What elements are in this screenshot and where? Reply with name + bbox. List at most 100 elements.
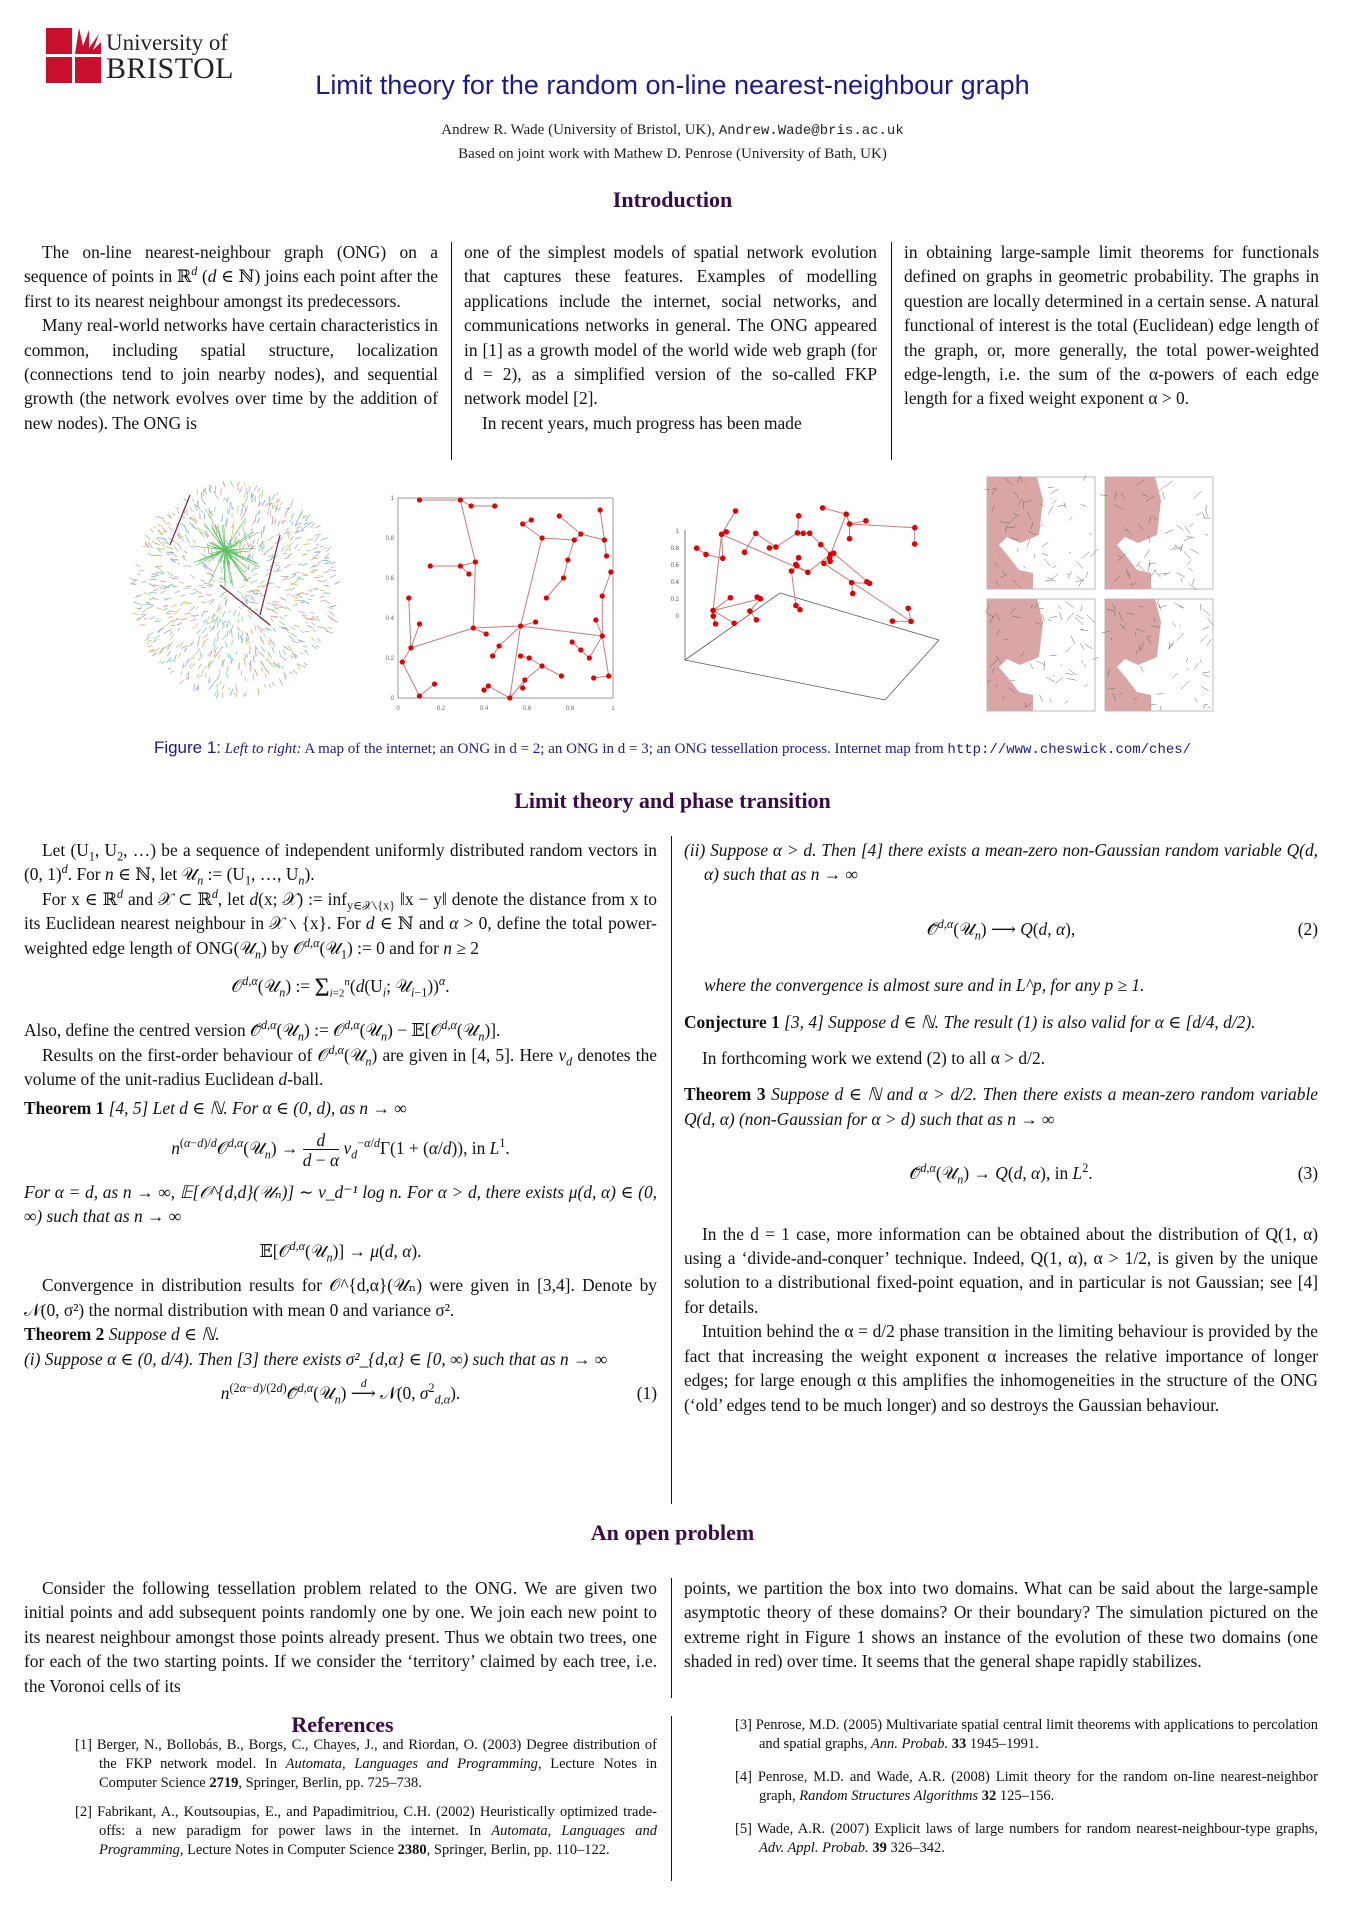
- network-edge: [137, 573, 141, 576]
- graph-node: [457, 563, 463, 569]
- network-edge: [177, 652, 182, 659]
- graph-node: [457, 497, 463, 503]
- graph-edge: [790, 570, 797, 606]
- graph-node: [819, 505, 826, 511]
- author-email[interactable]: Andrew.Wade@bris.ac.uk: [719, 123, 904, 139]
- network-edge: [149, 591, 157, 594]
- network-edge: [163, 630, 170, 634]
- network-edge: [265, 673, 267, 679]
- network-edge: [235, 690, 239, 698]
- y-tick-label: 0.2: [386, 656, 395, 662]
- figure-url-link[interactable]: http://www.cheswick.com/ches/: [947, 742, 1191, 758]
- open-problem-column-1: Consider the following tessellation prob…: [24, 1576, 657, 1698]
- graph-node: [427, 563, 433, 569]
- network-edge: [291, 512, 295, 518]
- network-edge: [267, 535, 274, 542]
- figure-caption: Figure 1: Left to right: A map of the in…: [0, 738, 1345, 758]
- network-edge: [201, 669, 204, 674]
- network-edge: [213, 506, 216, 513]
- network-edge: [214, 494, 219, 499]
- network-edge: [181, 522, 185, 527]
- network-edge: [237, 626, 241, 632]
- graph-node: [533, 619, 539, 625]
- network-edge: [248, 545, 254, 553]
- graph-node: [788, 568, 795, 574]
- network-edge: [263, 633, 266, 637]
- network-edge: [139, 624, 146, 626]
- network-edge: [206, 531, 208, 539]
- network-edge: [208, 625, 211, 629]
- graph-node: [827, 558, 833, 565]
- network-edge: [189, 614, 195, 617]
- graph-edge: [563, 559, 569, 579]
- graph-edge: [775, 532, 798, 548]
- network-edge: [230, 504, 234, 511]
- equation-definition: 𝒪d,α(𝒰n) := Σi=2n(d(Ui; 𝒰i−1))α.: [231, 973, 450, 1003]
- graph-node: [794, 530, 801, 536]
- network-edge: [260, 646, 266, 653]
- graph-edge: [822, 507, 847, 515]
- network-edge: [197, 527, 203, 533]
- network-edge: [253, 573, 259, 576]
- network-edge: [289, 626, 296, 631]
- network-edge: [179, 618, 188, 621]
- network-edge: [267, 608, 275, 612]
- network-edge: [256, 538, 259, 545]
- network-edge: [157, 537, 164, 540]
- network-edge: [328, 610, 335, 617]
- graph-node: [843, 511, 850, 517]
- graph-node: [416, 693, 423, 699]
- section-heading-open-problem: An open problem: [590, 1520, 755, 1545]
- network-edge: [175, 506, 180, 510]
- network-edge: [267, 507, 271, 512]
- network-edge: [167, 646, 170, 651]
- graph-node: [599, 633, 605, 639]
- network-edge: [153, 635, 161, 640]
- intro-paragraph: The on-line nearest-neighbour graph (ONG…: [24, 242, 439, 311]
- graph-node: [483, 631, 489, 637]
- graph-node: [753, 616, 760, 623]
- graph-edge: [473, 625, 521, 629]
- network-edge: [224, 539, 229, 546]
- network-edge: [215, 692, 220, 699]
- network-edge: [246, 590, 251, 594]
- graph-node: [560, 575, 567, 581]
- network-edge: [282, 649, 287, 656]
- graph-node: [485, 683, 491, 689]
- network-edge: [266, 547, 273, 552]
- network-edge: [173, 654, 177, 662]
- network-edge: [283, 513, 288, 518]
- graph-node: [558, 673, 564, 679]
- graph-node: [710, 607, 716, 614]
- network-edge: [298, 563, 303, 566]
- network-edge: [152, 639, 157, 643]
- network-edge: [156, 607, 162, 610]
- network-edge: [279, 501, 284, 506]
- intro-column-2: one of the simplest models of spatial ne…: [464, 240, 877, 435]
- graph-node: [830, 550, 837, 557]
- network-edge: [215, 606, 223, 612]
- network-edge: [159, 590, 167, 595]
- graph-node: [543, 595, 549, 601]
- network-edge: [183, 551, 188, 554]
- network-edge: [182, 601, 190, 604]
- network-edge: [166, 657, 172, 664]
- y-tick-label: 0.4: [386, 616, 395, 622]
- network-edge: [223, 596, 227, 600]
- network-edge: [200, 579, 205, 582]
- graph-node: [723, 529, 730, 535]
- theorem-3: Theorem 3 Suppose d ∈ ℕ and α > d/2. The…: [684, 1082, 1318, 1131]
- network-edge: [249, 645, 251, 651]
- network-edge: [293, 624, 299, 628]
- network-edge: [161, 547, 166, 551]
- network-edge: [322, 546, 328, 551]
- network-edge: [330, 566, 335, 569]
- network-edge: [290, 536, 294, 541]
- network-edge: [244, 653, 246, 659]
- network-edge: [204, 665, 208, 670]
- network-edge: [168, 659, 175, 663]
- network-edge: [217, 674, 220, 681]
- network-edge: [279, 536, 283, 541]
- network-edge: [243, 509, 247, 517]
- graph-node: [539, 663, 545, 669]
